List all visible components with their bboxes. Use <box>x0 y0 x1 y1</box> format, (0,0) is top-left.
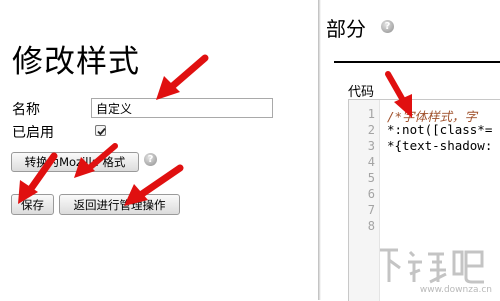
section-divider-line <box>334 61 500 63</box>
line-number: 7 <box>367 203 375 217</box>
section-help-icon[interactable]: ? <box>381 20 394 33</box>
annotation-arrow-icon <box>74 143 118 178</box>
code-line: *:not([class*= <box>387 122 493 137</box>
line-number: 6 <box>367 187 375 201</box>
page-title: 修改样式 <box>12 44 140 80</box>
name-label: 名称 <box>12 102 40 118</box>
annotation-arrow-icon <box>156 54 209 100</box>
line-number: 5 <box>367 171 375 185</box>
enabled-label: 已启用 <box>12 125 54 141</box>
code-label: 代码 <box>348 85 375 100</box>
line-number: 2 <box>367 123 375 137</box>
line-number: 3 <box>367 139 375 153</box>
line-number: 8 <box>367 219 375 233</box>
line-number: 4 <box>367 155 375 169</box>
enabled-checkbox[interactable] <box>95 125 106 136</box>
watermark-url: www.downza.cn <box>419 285 492 295</box>
watermark-logo-icon <box>380 248 484 284</box>
checkmark-icon <box>97 128 106 136</box>
annotation-arrow-icon <box>385 71 412 118</box>
annotation-arrow-icon <box>124 164 184 206</box>
site-watermark: www.downza.cn <box>350 244 496 298</box>
annotation-arrow-icon <box>18 152 58 204</box>
line-number: 1 <box>367 107 375 121</box>
code-line: *{text-shadow: <box>387 138 493 153</box>
section-title: 部分 <box>326 17 366 41</box>
